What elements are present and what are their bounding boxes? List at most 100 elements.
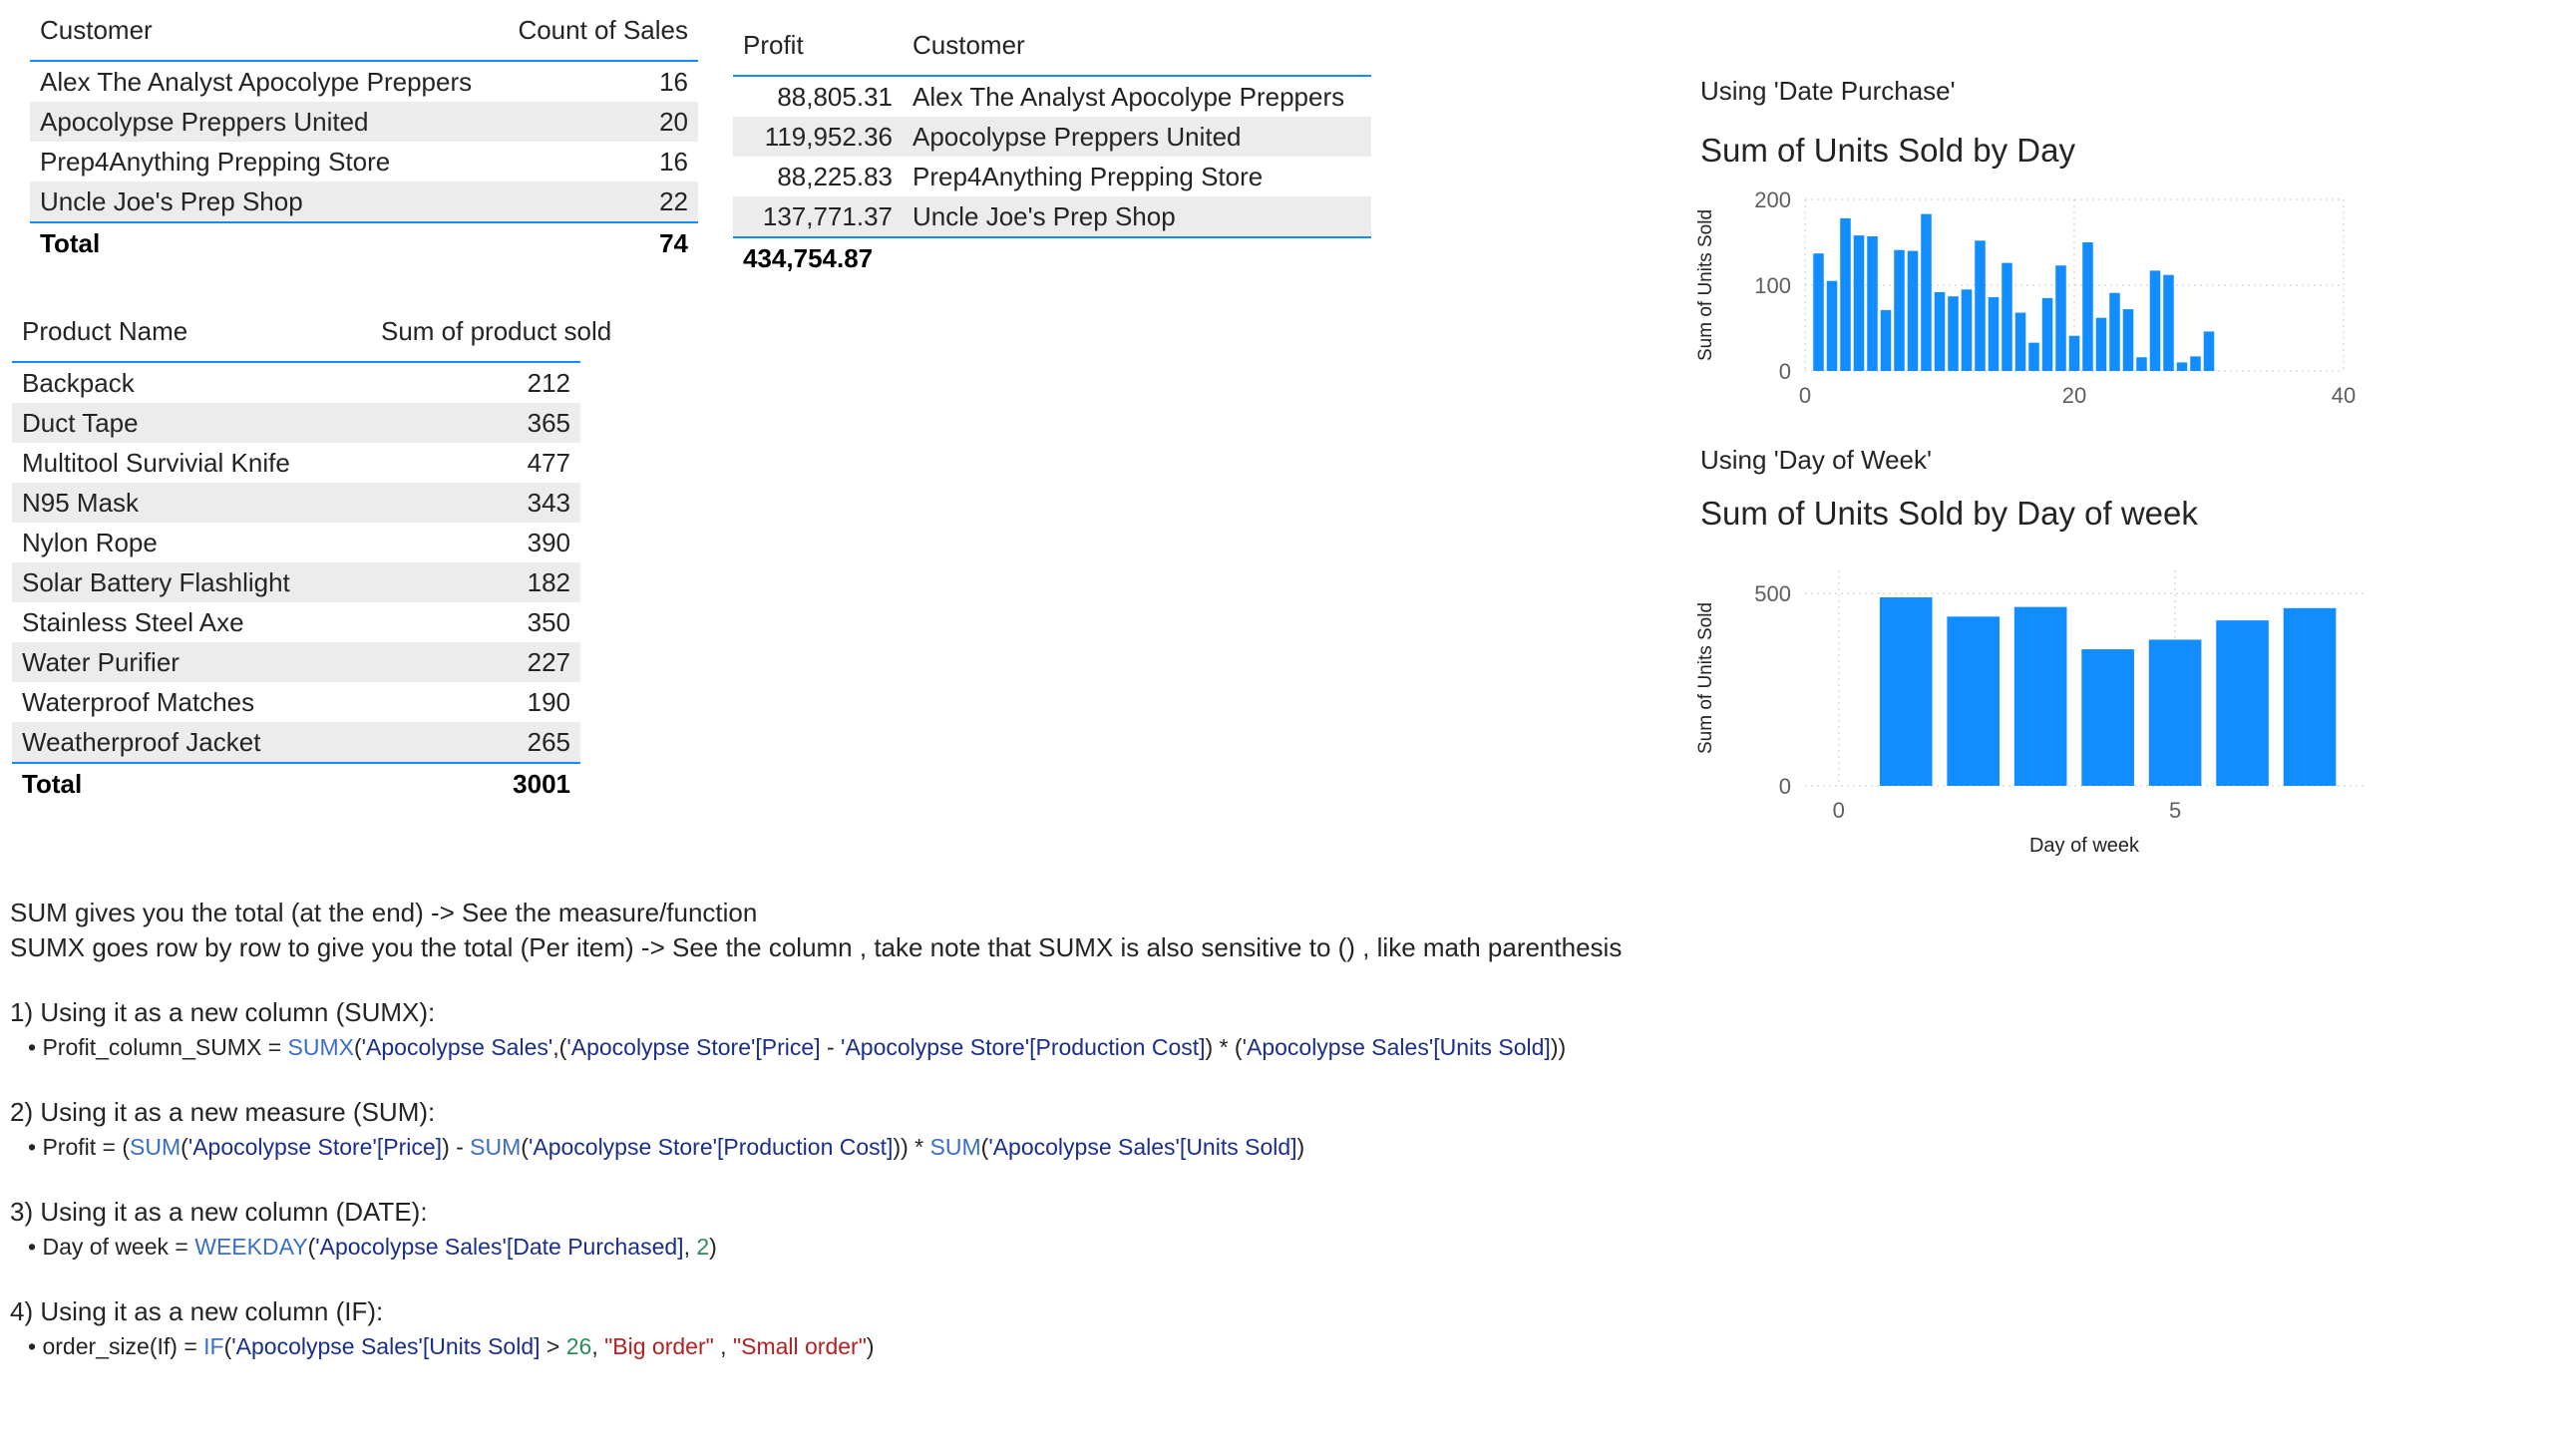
formula-sum: • Profit = (SUM('Apocolypse Store'[Price… (28, 1134, 1305, 1160)
y-tick-label: 500 (1754, 581, 1791, 606)
column-header-count-of-sales[interactable]: Count of Sales (499, 0, 698, 61)
bar[interactable] (2013, 606, 2067, 786)
table-row[interactable]: Alex The Analyst Apocolype Preppers 16 (30, 61, 698, 102)
table-row[interactable]: Weatherproof Jacket 265 (12, 722, 580, 763)
product-sold-table: Product Name Sum of product sold Backpac… (12, 301, 611, 804)
table-row[interactable]: N95 Mask 343 (12, 483, 580, 523)
column-header-customer[interactable]: Customer (30, 0, 499, 61)
customer-cell: Alex The Analyst Apocolype Preppers (912, 81, 1345, 112)
y-tick-label: 100 (1754, 273, 1791, 298)
bar[interactable] (1813, 253, 1824, 371)
y-tick-label: 0 (1779, 774, 1791, 799)
total-empty (903, 237, 1371, 278)
bar[interactable] (2203, 331, 2215, 371)
bar[interactable] (2002, 262, 2012, 371)
bar[interactable] (2283, 607, 2337, 786)
product-cell: Backpack (22, 367, 135, 398)
bar[interactable] (1975, 240, 1986, 371)
profit-cell: 88,805.31 (777, 81, 893, 112)
bar[interactable] (2216, 620, 2269, 786)
table-row[interactable]: Nylon Rope 390 (12, 523, 580, 562)
x-tick-label: 0 (1833, 798, 1845, 823)
bar[interactable] (1988, 297, 2000, 371)
table-row[interactable]: Waterproof Matches 190 (12, 682, 580, 722)
column-header-profit[interactable]: Profit (733, 15, 903, 76)
customer-cell: Prep4Anything Prepping Store (912, 161, 1264, 191)
bar[interactable] (2122, 309, 2134, 371)
bar[interactable] (2176, 362, 2188, 371)
bar[interactable] (1894, 249, 1905, 371)
bar[interactable] (2095, 317, 2107, 371)
bar[interactable] (2055, 265, 2066, 371)
column-header-customer[interactable]: Customer (903, 15, 1371, 76)
table-row[interactable]: Prep4Anything Prepping Store 16 (30, 142, 698, 182)
formula-if: • order_size(If) = IF('Apocolypse Sales'… (28, 1333, 875, 1359)
bar[interactable] (1840, 217, 1851, 371)
table-row[interactable]: Duct Tape 365 (12, 403, 580, 443)
total-row: Total 3001 (12, 763, 580, 804)
sum-cell: 182 (527, 566, 570, 597)
bar[interactable] (2068, 335, 2080, 371)
sum-cell: 350 (527, 606, 570, 637)
bar[interactable] (2190, 356, 2201, 371)
column-header-product-name[interactable]: Product Name (12, 301, 371, 362)
total-value: 434,754.87 (743, 242, 874, 273)
profit-cell: 119,952.36 (764, 121, 893, 152)
product-cell: Water Purifier (22, 646, 180, 677)
table-row[interactable]: Solar Battery Flashlight 182 (12, 562, 580, 602)
product-cell: N95 Mask (22, 487, 140, 518)
total-value: 74 (659, 227, 688, 258)
sum-cell: 227 (527, 646, 570, 677)
total-row: 434,754.87 (733, 237, 1371, 278)
profit-cell: 88,225.83 (777, 161, 893, 191)
table-row[interactable]: 88,225.83 Prep4Anything Prepping Store (733, 157, 1371, 196)
bar[interactable] (1867, 235, 1878, 371)
bar[interactable] (1907, 250, 1919, 371)
total-label: Total (22, 768, 83, 799)
bar[interactable] (2136, 357, 2147, 371)
bar[interactable] (1826, 280, 1838, 371)
bar[interactable] (1853, 235, 1865, 371)
bar[interactable] (1961, 289, 1973, 371)
bar[interactable] (2149, 270, 2161, 371)
count-cell: 20 (659, 106, 688, 137)
day-chart-caption: Using 'Date Purchase' (1700, 76, 1956, 106)
note-heading: 4) Using it as a new column (IF): (10, 1296, 384, 1326)
count-cell: 16 (659, 66, 688, 97)
bar[interactable] (1934, 291, 1946, 371)
bar[interactable] (2082, 242, 2093, 371)
bar[interactable] (1880, 309, 1892, 371)
table-row[interactable]: Apocolypse Preppers United 20 (30, 102, 698, 142)
table-row[interactable]: Backpack 212 (12, 362, 580, 403)
bar[interactable] (2081, 649, 2134, 786)
table-row[interactable]: 119,952.36 Apocolypse Preppers United (733, 117, 1371, 157)
bar[interactable] (2163, 274, 2174, 371)
bar[interactable] (2109, 292, 2120, 371)
bar[interactable] (2028, 342, 2039, 371)
table-row[interactable]: 88,805.31 Alex The Analyst Apocolype Pre… (733, 76, 1371, 117)
units-by-weekday-chart[interactable]: 0 500 0 5 Sum of Units Sold Day of week (1685, 558, 2383, 868)
column-header-sum-of-product-sold[interactable]: Sum of product sold (371, 301, 611, 362)
profit-customer-table: Profit Customer 88,805.31 Alex The Analy… (733, 15, 1371, 278)
count-cell: 22 (659, 185, 688, 216)
customer-count-table: Customer Count of Sales Alex The Analyst… (30, 0, 698, 263)
table-row[interactable]: 137,771.37 Uncle Joe's Prep Shop (733, 196, 1371, 237)
bar[interactable] (1879, 597, 1933, 786)
formula-sumx: • Profit_column_SUMX = SUMX('Apocolypse … (28, 1034, 1567, 1060)
total-label: Total (40, 227, 101, 258)
bar[interactable] (2014, 312, 2026, 371)
customer-cell: Alex The Analyst Apocolype Preppers (40, 66, 473, 97)
bar[interactable] (2041, 297, 2053, 371)
table-row[interactable]: Stainless Steel Axe 350 (12, 602, 580, 642)
table-row[interactable]: Uncle Joe's Prep Shop 22 (30, 182, 698, 222)
table-row[interactable]: Water Purifier 227 (12, 642, 580, 682)
bar[interactable] (1947, 616, 2000, 786)
bar[interactable] (1921, 213, 1932, 371)
bar[interactable] (1948, 296, 1959, 371)
product-cell: Waterproof Matches (22, 686, 255, 717)
table-row[interactable]: Multitool Survivial Knife 477 (12, 443, 580, 483)
y-tick-label: 0 (1779, 359, 1791, 384)
y-axis-label: Sum of Units Sold (1695, 209, 1716, 361)
units-by-day-chart[interactable]: 0 100 200 0 20 40 Sum of Units Sold (1685, 180, 2383, 419)
bar[interactable] (2148, 639, 2202, 786)
